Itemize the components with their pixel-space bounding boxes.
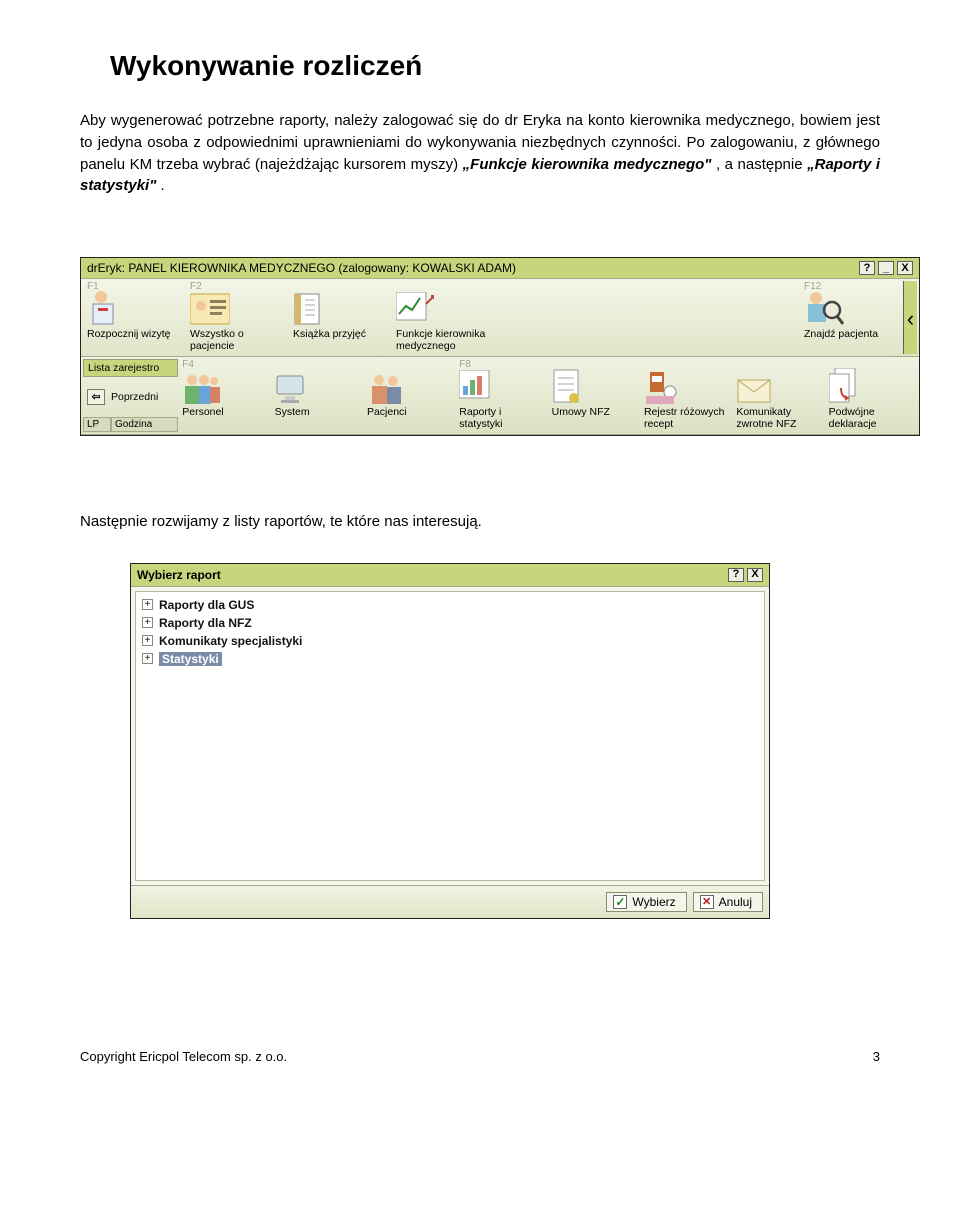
col-godzina: Godzina xyxy=(111,417,178,432)
toolbar-item-label: System xyxy=(275,406,359,428)
toolbar-item-label: Funkcje kierownika medycznego xyxy=(396,328,491,350)
toolbar-item-label: Personel xyxy=(182,406,266,428)
toolbar-item-raporty-statystyki[interactable]: F8 Raporty i statystyki xyxy=(455,356,547,432)
cross-icon: ✕ xyxy=(700,895,714,909)
toolbar-item-label: Wszystko o pacjencie xyxy=(190,328,285,350)
toolbar-item-label: Rozpocznij wizytę xyxy=(87,328,182,350)
doctor-icon xyxy=(87,288,182,328)
tree-node-komunikaty[interactable]: + Komunikaty specjalistyki xyxy=(142,632,758,650)
toolbar-item-label: Znajdź pacjenta xyxy=(804,328,899,350)
toolbar-item-rozpocznij-wizyte[interactable]: F1 Rozpocznij wizytę xyxy=(83,276,186,354)
tree-node-label: Statystyki xyxy=(159,652,222,666)
fkey-label: F1 xyxy=(87,281,99,292)
dialog-titlebar: Wybierz raport ? X xyxy=(131,564,769,587)
prescription-icon xyxy=(644,368,728,406)
tree-node-label: Raporty dla GUS xyxy=(159,598,254,612)
toolbar-primary: F1 Rozpocznij wizytę F2 Wszystko o pacje… xyxy=(81,279,919,357)
patient-card-icon xyxy=(190,288,285,328)
tree-node-label: Komunikaty specjalistyki xyxy=(159,634,302,648)
page-heading: Wykonywanie rozliczeń xyxy=(80,50,880,82)
button-label: Wybierz xyxy=(632,895,675,909)
tree-node-label: Raporty dla NFZ xyxy=(159,616,252,630)
screenshot-main-panel: drEryk: PANEL KIEROWNIKA MEDYCZNEGO (zal… xyxy=(80,257,920,436)
expand-icon[interactable]: + xyxy=(142,635,153,646)
toolbar-item-pacjenci[interactable]: Pacjenci xyxy=(363,356,455,432)
para1-post: . xyxy=(161,177,165,194)
para1-mid: , a następnie xyxy=(716,156,807,173)
toolbar-item-podwojne-deklaracje[interactable]: Podwójne deklaracje xyxy=(825,356,917,432)
list-label: Lista zarejestro xyxy=(83,359,178,377)
fkey-label: F4 xyxy=(182,359,194,370)
expand-icon[interactable]: + xyxy=(142,653,153,664)
toolbar-secondary: Lista zarejestro ⇦ Poprzedni LP Godzina … xyxy=(81,357,919,435)
col-lp: LP xyxy=(83,417,111,432)
toolbar-item-label: Komunikaty zwrotne NFZ xyxy=(736,406,820,428)
tree-node-gus[interactable]: + Raporty dla GUS xyxy=(142,596,758,614)
toolbar-item-system[interactable]: System xyxy=(271,356,363,432)
computer-icon xyxy=(275,368,359,406)
book-icon xyxy=(293,288,388,328)
toolbar-item-label: Podwójne deklaracje xyxy=(829,406,913,428)
mail-icon xyxy=(736,368,820,406)
collapse-arrow[interactable]: ‹ xyxy=(903,281,917,354)
tree-node-nfz[interactable]: + Raporty dla NFZ xyxy=(142,614,758,632)
wybierz-button[interactable]: ✓ Wybierz xyxy=(606,892,686,912)
copyright: Copyright Ericpol Telecom sp. z o.o. xyxy=(80,1049,287,1064)
reports-icon xyxy=(459,368,543,406)
toolbar-item-personel[interactable]: F4 Personel xyxy=(178,356,270,432)
toolbar-item-funkcje-kierownika[interactable]: Funkcje kierownika medycznego xyxy=(392,276,495,354)
expand-icon[interactable]: + xyxy=(142,599,153,610)
toolbar-item-znajdz-pacjenta[interactable]: F12 Znajdź pacjenta xyxy=(800,276,903,354)
toolbar-item-label: Rejestr różowych recept xyxy=(644,406,728,428)
dialog-buttonbar: ✓ Wybierz ✕ Anuluj xyxy=(131,886,769,918)
toolbar-item-wszystko-o-pacjencie[interactable]: F2 Wszystko o pacjencie xyxy=(186,276,289,354)
para1-em1: „Funkcje kierownika medycznego" xyxy=(463,156,712,173)
toolbar-item-ksiazka-przyjec[interactable]: Książka przyjęć xyxy=(289,276,392,354)
minimize-button[interactable]: _ xyxy=(878,261,894,275)
fkey-label: F2 xyxy=(190,281,202,292)
contract-icon xyxy=(552,368,636,406)
double-doc-icon xyxy=(829,368,913,406)
left-sidebar-fragment: Lista zarejestro ⇦ Poprzedni LP Godzina xyxy=(83,359,178,432)
paragraph-2: Następnie rozwijamy z listy raportów, te… xyxy=(80,511,880,533)
table-header-fragment: LP Godzina xyxy=(83,417,178,432)
expand-icon[interactable]: + xyxy=(142,617,153,628)
toolbar-item-label: Pacjenci xyxy=(367,406,451,428)
button-label: Anuluj xyxy=(719,895,752,909)
toolbar-item-label: Umowy NFZ xyxy=(552,406,636,428)
find-patient-icon xyxy=(804,288,899,328)
tree-node-statystyki[interactable]: + Statystyki xyxy=(142,650,758,668)
fkey-label: F8 xyxy=(459,359,471,370)
close-button[interactable]: X xyxy=(897,261,913,275)
prev-label: Poprzedni xyxy=(111,391,158,403)
anuluj-button[interactable]: ✕ Anuluj xyxy=(693,892,763,912)
dialog-title: Wybierz raport xyxy=(137,568,221,582)
toolbar-item-komunikaty-nfz[interactable]: Komunikaty zwrotne NFZ xyxy=(732,356,824,432)
page-footer: Copyright Ericpol Telecom sp. z o.o. 3 xyxy=(80,1049,880,1064)
page-number: 3 xyxy=(873,1049,880,1064)
fkey-label: F12 xyxy=(804,281,821,292)
toolbar-item-umowy-nfz[interactable]: Umowy NFZ xyxy=(548,356,640,432)
prev-button[interactable]: ⇦ xyxy=(87,389,105,405)
help-button[interactable]: ? xyxy=(728,568,744,582)
manager-chart-icon xyxy=(396,288,491,328)
personnel-icon xyxy=(182,368,266,406)
prev-row: ⇦ Poprzedni xyxy=(83,377,178,417)
report-tree[interactable]: + Raporty dla GUS + Raporty dla NFZ + Ko… xyxy=(135,591,765,881)
window-title: drEryk: PANEL KIEROWNIKA MEDYCZNEGO (zal… xyxy=(87,261,516,275)
screenshot-choose-report: Wybierz raport ? X + Raporty dla GUS + R… xyxy=(130,563,770,919)
patients-icon xyxy=(367,368,451,406)
check-icon: ✓ xyxy=(613,895,627,909)
tree-area: + Raporty dla GUS + Raporty dla NFZ + Ko… xyxy=(131,587,769,886)
toolbar-item-rejestr-recept[interactable]: Rejestr różowych recept xyxy=(640,356,732,432)
paragraph-1: Aby wygenerować potrzebne raporty, należ… xyxy=(80,110,880,197)
toolbar-item-label: Książka przyjęć xyxy=(293,328,388,350)
toolbar-item-label: Raporty i statystyki xyxy=(459,406,543,428)
help-button[interactable]: ? xyxy=(859,261,875,275)
close-button[interactable]: X xyxy=(747,568,763,582)
